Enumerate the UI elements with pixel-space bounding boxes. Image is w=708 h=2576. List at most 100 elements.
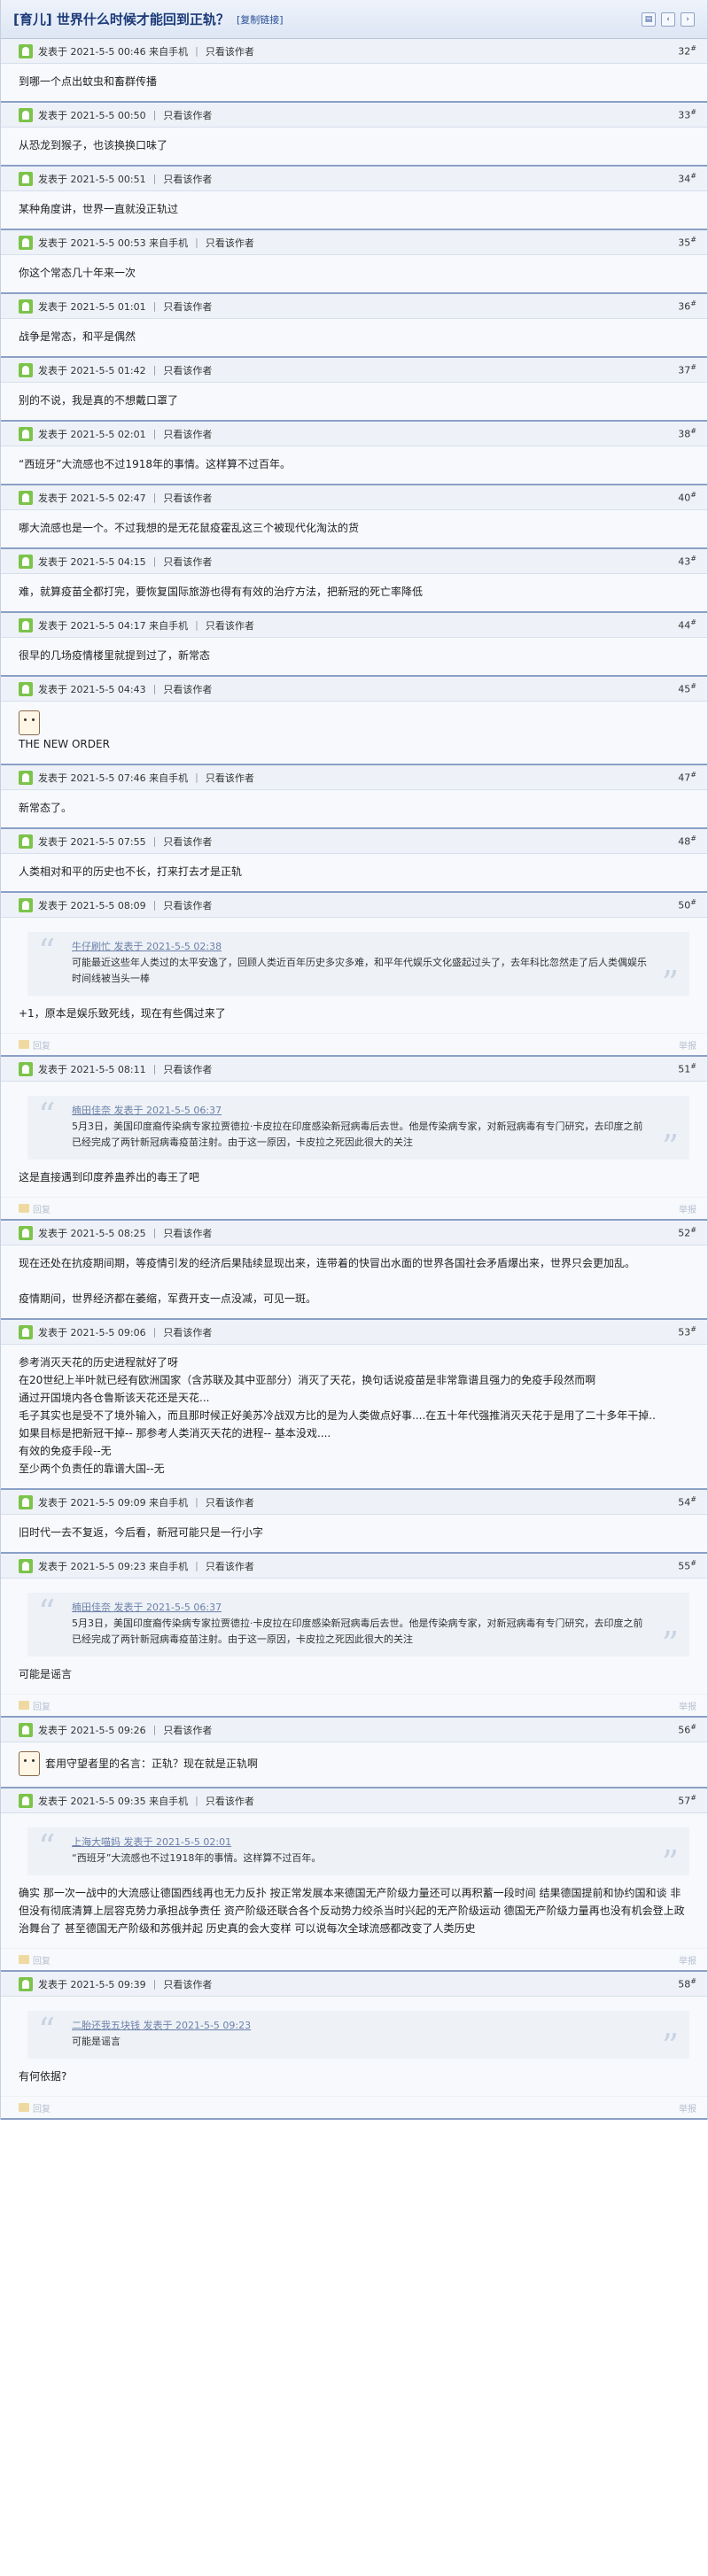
- quote-author-link[interactable]: 楠田佳奈 发表于 2021-5-5 06:37: [72, 1600, 649, 1616]
- print-icon[interactable]: ▤: [642, 12, 656, 27]
- separator: |: [152, 1978, 157, 1990]
- floor-number[interactable]: 57#: [678, 1794, 696, 1807]
- floor-number[interactable]: 51#: [678, 1062, 696, 1075]
- user-icon[interactable]: [19, 299, 33, 314]
- reply-button[interactable]: 回复: [33, 2101, 51, 2114]
- only-op-link[interactable]: 只看该作者: [163, 834, 212, 849]
- post: 发表于 2021-5-5 07:55 | 只看该作者 48# 人类相对和平的历史也不长，…: [1, 829, 707, 893]
- post-text: 新常态了。: [19, 802, 73, 814]
- only-op-link[interactable]: 只看该作者: [206, 44, 254, 58]
- only-op-link[interactable]: 只看该作者: [206, 1559, 254, 1573]
- reply-icon[interactable]: [19, 1955, 29, 1964]
- floor-number[interactable]: 48#: [678, 834, 696, 848]
- floor-number[interactable]: 56#: [678, 1723, 696, 1736]
- floor-number[interactable]: 54#: [678, 1495, 696, 1509]
- user-icon[interactable]: [19, 235, 33, 250]
- post-text: 确实 那一次一战中的大流感让德国西线再也无力反扑 按正常发展本来德国无产阶级力量…: [19, 1887, 685, 1935]
- floor-number[interactable]: 32#: [678, 44, 696, 58]
- reply-button[interactable]: 回复: [33, 1953, 51, 1967]
- user-icon[interactable]: [19, 490, 33, 505]
- only-op-link[interactable]: 只看该作者: [163, 172, 212, 186]
- floor-number[interactable]: 43#: [678, 555, 696, 568]
- floor-number[interactable]: 35#: [678, 236, 696, 249]
- user-icon[interactable]: [19, 770, 33, 785]
- user-icon[interactable]: [19, 43, 33, 58]
- only-op-link[interactable]: 只看该作者: [206, 771, 254, 785]
- post-header: 发表于 2021-5-5 01:01 | 只看该作者 36#: [1, 294, 707, 319]
- reply-button[interactable]: 回复: [33, 1699, 51, 1712]
- only-op-link[interactable]: 只看该作者: [163, 1226, 212, 1240]
- report-button[interactable]: 举报: [679, 1038, 696, 1051]
- floor-number[interactable]: 34#: [678, 172, 696, 185]
- only-op-link[interactable]: 只看该作者: [163, 491, 212, 505]
- next-icon[interactable]: ›: [681, 12, 695, 27]
- only-op-link[interactable]: 只看该作者: [163, 427, 212, 441]
- user-icon[interactable]: [19, 681, 33, 696]
- reply-icon[interactable]: [19, 1204, 29, 1213]
- quote-author-link[interactable]: 二胎还我五块钱 发表于 2021-5-5 09:23: [72, 2018, 649, 2034]
- user-icon[interactable]: [19, 1494, 33, 1509]
- post-time: 发表于 2021-5-5 09:09 来自手机: [38, 1496, 189, 1509]
- floor-number[interactable]: 40#: [678, 491, 696, 504]
- report-button[interactable]: 举报: [679, 1953, 696, 1967]
- only-op-link[interactable]: 只看该作者: [163, 555, 212, 569]
- only-op-link[interactable]: 只看该作者: [163, 363, 212, 377]
- reply-button[interactable]: 回复: [33, 1202, 51, 1215]
- report-button[interactable]: 举报: [679, 1699, 696, 1712]
- reply-icon[interactable]: [19, 2103, 29, 2112]
- floor-number[interactable]: 37#: [678, 363, 696, 376]
- floor-number[interactable]: 45#: [678, 682, 696, 695]
- post-text: 从恐龙到猴子，也该换换口味了: [19, 139, 168, 151]
- floor-number[interactable]: 50#: [678, 898, 696, 912]
- report-button[interactable]: 举报: [679, 2101, 696, 2114]
- report-button[interactable]: 举报: [679, 1202, 696, 1215]
- only-op-link[interactable]: 只看该作者: [163, 108, 212, 122]
- post-body: 你这个常态几十年来一次: [1, 255, 707, 292]
- user-icon[interactable]: [19, 171, 33, 186]
- user-icon[interactable]: [19, 1061, 33, 1076]
- user-icon[interactable]: [19, 1722, 33, 1737]
- reply-button[interactable]: 回复: [33, 1038, 51, 1051]
- user-icon[interactable]: [19, 554, 33, 569]
- quote-author-link[interactable]: 楠田佳奈 发表于 2021-5-5 06:37: [72, 1103, 649, 1119]
- floor-number[interactable]: 44#: [678, 618, 696, 632]
- post-footer: 回复 举报: [1, 1033, 707, 1055]
- user-icon[interactable]: [19, 1324, 33, 1339]
- only-op-link[interactable]: 只看该作者: [163, 299, 212, 314]
- user-icon[interactable]: [19, 897, 33, 912]
- user-icon[interactable]: [19, 834, 33, 849]
- only-op-link[interactable]: 只看该作者: [163, 1325, 212, 1339]
- only-op-link[interactable]: 只看该作者: [163, 1977, 212, 1991]
- user-icon[interactable]: [19, 1558, 33, 1573]
- only-op-link[interactable]: 只看该作者: [206, 618, 254, 632]
- reply-icon[interactable]: [19, 1040, 29, 1049]
- only-op-link[interactable]: 只看该作者: [163, 682, 212, 696]
- floor-number[interactable]: 38#: [678, 427, 696, 440]
- floor-number[interactable]: 53#: [678, 1325, 696, 1338]
- post-text-line: 毛子其实也是受不了境外输入，而且那时候正好美苏冷战双方比的是为人类做点好事...…: [19, 1409, 656, 1422]
- previous-icon[interactable]: ‹: [661, 12, 675, 27]
- user-icon[interactable]: [19, 1225, 33, 1240]
- quote-author-link[interactable]: 上海大喵妈 发表于 2021-5-5 02:01: [72, 1835, 649, 1851]
- only-op-link[interactable]: 只看该作者: [163, 1062, 212, 1076]
- only-op-link[interactable]: 只看该作者: [163, 898, 212, 912]
- user-icon[interactable]: [19, 1793, 33, 1808]
- floor-number[interactable]: 52#: [678, 1226, 696, 1239]
- user-icon[interactable]: [19, 1976, 33, 1991]
- floor-number[interactable]: 47#: [678, 771, 696, 784]
- floor-number[interactable]: 36#: [678, 299, 696, 313]
- floor-number[interactable]: 33#: [678, 108, 696, 121]
- reply-icon[interactable]: [19, 1701, 29, 1710]
- floor-number[interactable]: 55#: [678, 1559, 696, 1572]
- quote-author-link[interactable]: 牛仔刷忙 发表于 2021-5-5 02:38: [72, 939, 649, 955]
- user-icon[interactable]: [19, 362, 33, 377]
- user-icon[interactable]: [19, 617, 33, 632]
- only-op-link[interactable]: 只看该作者: [206, 236, 254, 250]
- only-op-link[interactable]: 只看该作者: [163, 1723, 212, 1737]
- floor-number[interactable]: 58#: [678, 1977, 696, 1990]
- user-icon[interactable]: [19, 426, 33, 441]
- only-op-link[interactable]: 只看该作者: [206, 1495, 254, 1509]
- user-icon[interactable]: [19, 107, 33, 122]
- only-op-link[interactable]: 只看该作者: [206, 1794, 254, 1808]
- copy-link-button[interactable]: [复制链接]: [237, 12, 284, 27]
